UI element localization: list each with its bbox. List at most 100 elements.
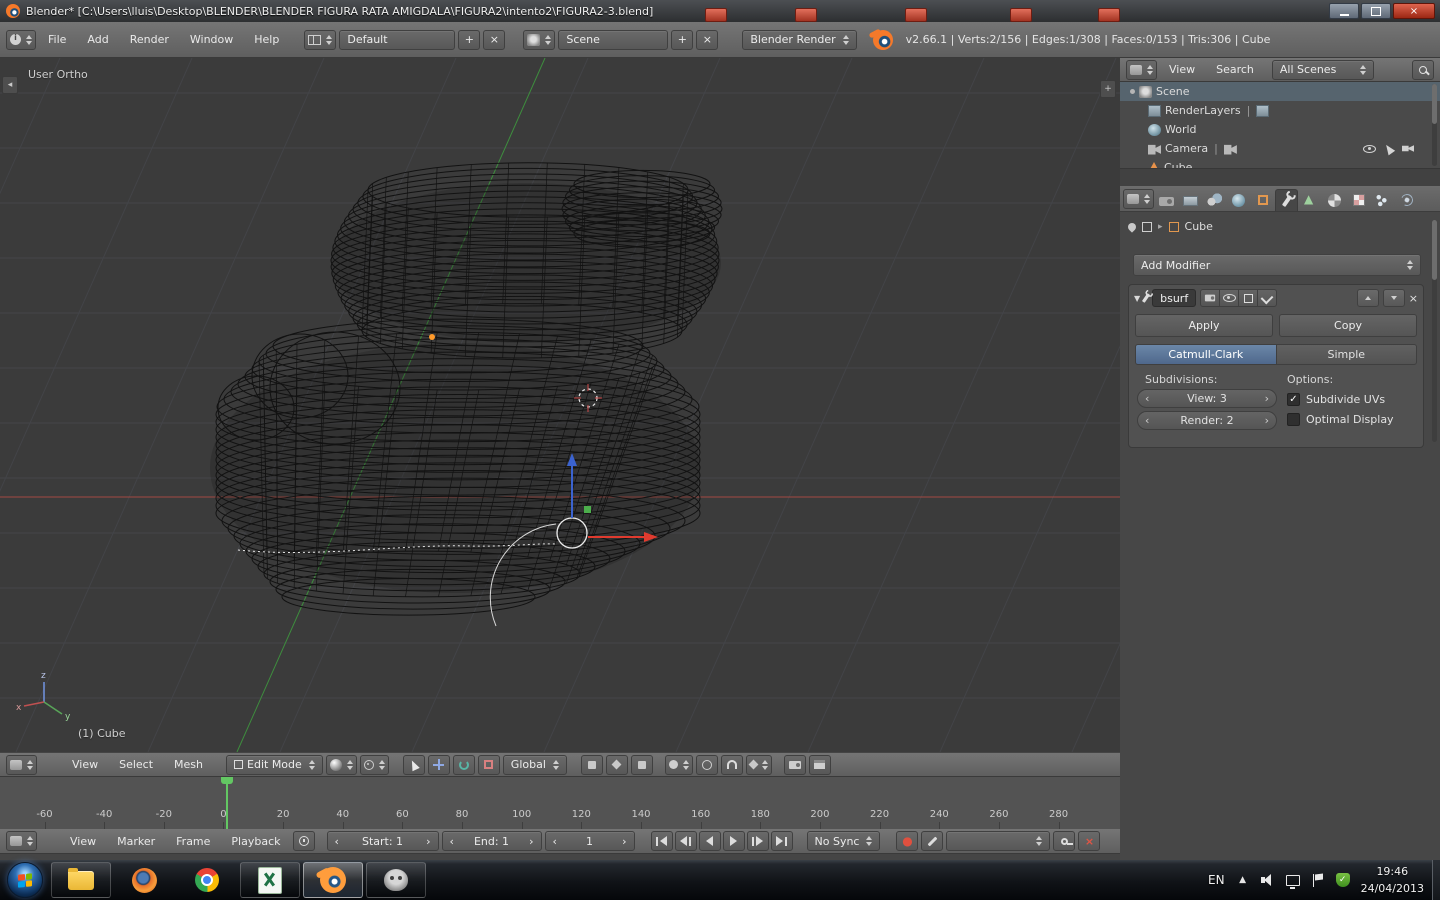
properties-tab-texture[interactable] — [1347, 189, 1370, 211]
view-subdivisions-field[interactable]: ‹ View: 3 › — [1137, 389, 1277, 408]
opengl-render-animation-button[interactable] — [809, 755, 831, 775]
delete-screen-layout-button[interactable]: × — [483, 30, 505, 50]
copy-button[interactable]: Copy — [1279, 314, 1417, 337]
properties-tab-object-data[interactable] — [1299, 189, 1322, 211]
properties-tab-particles[interactable] — [1371, 189, 1394, 211]
scene-browse-button[interactable] — [523, 30, 555, 50]
outliner-row-renderlayers[interactable]: RenderLayers| — [1120, 101, 1440, 120]
edit-mode-display-toggle[interactable] — [1238, 289, 1258, 307]
subdivide-uvs-checkbox[interactable]: ✓ — [1287, 393, 1300, 406]
add-modifier-select[interactable]: Add Modifier — [1133, 254, 1421, 276]
editor-type-selector[interactable] — [6, 831, 37, 851]
playback-play-reverse-button[interactable] — [699, 831, 721, 851]
background-window-close-icon[interactable] — [1098, 8, 1120, 22]
menu-search[interactable]: Search — [1207, 63, 1263, 76]
properties-scrollbar[interactable] — [1432, 220, 1437, 442]
properties-tab-render[interactable] — [1155, 189, 1178, 211]
simple-button[interactable]: Simple — [1276, 344, 1418, 365]
decrement-icon[interactable]: ‹ — [335, 835, 339, 848]
increment-icon[interactable]: › — [1265, 414, 1269, 427]
catmull-clark-button[interactable]: Catmull-Clark — [1135, 344, 1277, 365]
modifier-name-field[interactable]: bsurf — [1152, 289, 1196, 307]
tray-display[interactable] — [1286, 875, 1300, 886]
menu-select[interactable]: Select — [110, 758, 162, 771]
properties-tab-scene[interactable] — [1203, 189, 1226, 211]
screen-layout-field[interactable]: Default — [339, 30, 455, 50]
proportional-edit-selector[interactable] — [665, 755, 693, 775]
keyframe-insert-button[interactable] — [1053, 831, 1075, 851]
menu-view[interactable]: View — [63, 758, 107, 771]
viewport-3d[interactable]: User Ortho (1) Cube ◂ + z x y — [0, 58, 1120, 752]
menu-window[interactable]: Window — [181, 33, 242, 46]
taskbar-app-excel[interactable] — [240, 862, 300, 898]
background-window-close-icon[interactable] — [1010, 8, 1032, 22]
decrement-icon[interactable]: ‹ — [553, 835, 557, 848]
toolbar-region-toggle[interactable]: ◂ — [2, 76, 18, 94]
delete-modifier-button[interactable]: × — [1409, 292, 1418, 305]
taskbar-app-gimp[interactable] — [366, 862, 426, 898]
outliner-tree[interactable]: SceneRenderLayers|WorldCamera|Cube — [1120, 82, 1440, 168]
limit-selection-to-visible-button[interactable] — [581, 755, 603, 775]
increment-icon[interactable]: › — [529, 835, 533, 848]
snap-element-button[interactable] — [606, 755, 628, 775]
increment-icon[interactable]: › — [1265, 392, 1269, 405]
scrollbar-thumb[interactable] — [1432, 84, 1437, 124]
pivot-point-selector[interactable] — [360, 755, 389, 775]
menu-marker[interactable]: Marker — [108, 835, 164, 848]
menu-playback[interactable]: Playback — [222, 835, 289, 848]
preview-range-toggle[interactable] — [293, 831, 315, 851]
pointer-restrict-toggle[interactable] — [1383, 142, 1395, 155]
disclosure-icon[interactable] — [1130, 89, 1135, 94]
timeline-ruler[interactable]: -60-40-200204060801001201401601802002202… — [0, 777, 1120, 830]
add-screen-layout-button[interactable]: + — [458, 30, 480, 50]
snap-mode-selector[interactable] — [746, 755, 772, 775]
screen-layout-browse-button[interactable] — [304, 30, 336, 50]
pin-icon[interactable] — [1126, 221, 1137, 232]
rotate-manipulator-button[interactable] — [453, 755, 475, 775]
current-frame-marker[interactable] — [226, 777, 228, 829]
eye-restrict-toggle[interactable] — [1363, 145, 1376, 153]
viewport-canvas[interactable] — [0, 58, 1120, 752]
start-button[interactable] — [7, 862, 43, 898]
editor-type-selector[interactable] — [1126, 60, 1157, 80]
decrement-icon[interactable]: ‹ — [1145, 414, 1149, 427]
proportional-falloff-button[interactable] — [696, 755, 718, 775]
show-desktop-button[interactable] — [1432, 860, 1440, 900]
maximize-button[interactable] — [1361, 3, 1391, 19]
viewport-shading-selector[interactable] — [326, 755, 357, 775]
active-keying-set-field[interactable] — [946, 831, 1050, 851]
menu-help[interactable]: Help — [245, 33, 288, 46]
camera-restrict-toggle[interactable] — [1402, 145, 1414, 153]
close-button[interactable]: × — [1393, 3, 1435, 19]
outliner-row-world[interactable]: World — [1120, 120, 1440, 139]
delete-scene-button[interactable]: × — [696, 30, 718, 50]
playback-jump-to-end-button[interactable] — [771, 831, 793, 851]
playback-play-button[interactable] — [723, 831, 745, 851]
current-frame-field[interactable]: ‹ 1 › — [545, 831, 635, 851]
transform-orientation-selector[interactable]: Global — [503, 755, 567, 775]
render-engine-select[interactable]: Blender Render — [742, 30, 856, 50]
outliner-scrollbar[interactable] — [1432, 84, 1437, 166]
decrement-icon[interactable]: ‹ — [450, 835, 454, 848]
properties-tab-modifiers[interactable] — [1275, 189, 1298, 211]
apply-button[interactable]: Apply — [1135, 314, 1273, 337]
optimal-display-checkbox[interactable] — [1287, 413, 1300, 426]
background-window-close-icon[interactable] — [795, 8, 817, 22]
minimize-button[interactable] — [1329, 3, 1359, 19]
increment-icon[interactable]: › — [426, 835, 430, 848]
menu-add[interactable]: Add — [78, 33, 117, 46]
properties-tab-render-layers[interactable] — [1179, 189, 1202, 211]
menu-mesh[interactable]: Mesh — [165, 758, 212, 771]
scale-manipulator-button[interactable] — [478, 755, 500, 775]
tray-volume[interactable] — [1261, 874, 1275, 886]
properties-tab-object[interactable] — [1251, 189, 1274, 211]
end-frame-field[interactable]: ‹ End: 1 › — [442, 831, 542, 851]
window-titlebar[interactable]: Blender* [C:\Users\lluis\Desktop\BLENDER… — [0, 0, 1440, 22]
properties-tab-world[interactable] — [1227, 189, 1250, 211]
cage-display-toggle[interactable] — [1257, 289, 1277, 307]
properties-region-toggle[interactable]: + — [1100, 80, 1116, 98]
outliner-row-cube[interactable]: Cube — [1120, 158, 1440, 168]
background-window-close-icon[interactable] — [905, 8, 927, 22]
taskbar-app-firefox[interactable] — [114, 862, 174, 898]
render-visibility-toggle[interactable] — [1200, 289, 1220, 307]
